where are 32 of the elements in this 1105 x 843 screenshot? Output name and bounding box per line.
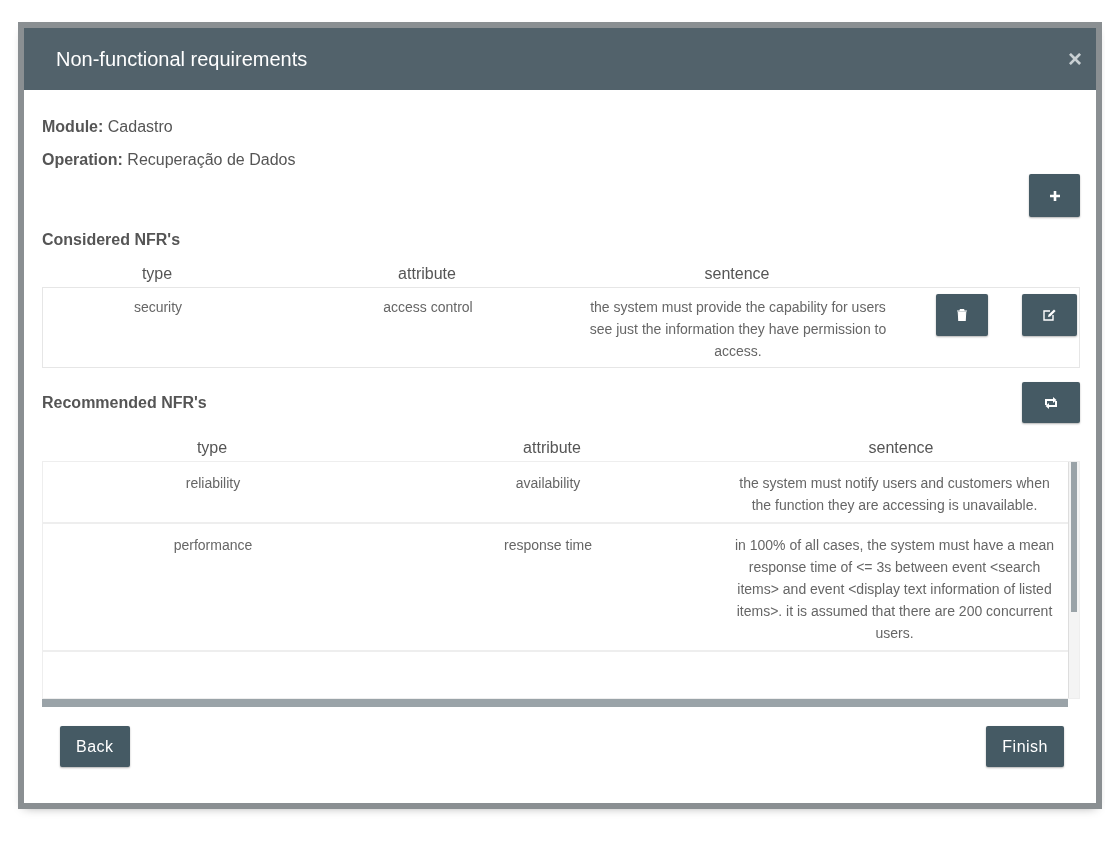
edit-icon xyxy=(1042,309,1056,321)
column-header: attribute xyxy=(522,439,582,457)
scrollbar[interactable] xyxy=(1068,462,1079,698)
edit-button[interactable] xyxy=(1021,294,1077,336)
table-cell-text: security xyxy=(132,298,184,317)
column-header: type xyxy=(140,265,174,283)
table-cell-text: access control xyxy=(382,298,474,317)
dialog-title: Non-functional requirements xyxy=(56,47,308,71)
table-cell-text: response time xyxy=(503,536,593,555)
finish-button[interactable]: Finish xyxy=(986,726,1064,767)
column-header: sentence xyxy=(703,265,771,283)
trash-icon xyxy=(956,309,967,321)
close-button[interactable]: × xyxy=(1068,45,1082,73)
table-cell-text: performance xyxy=(172,536,254,555)
table-cell-text: the system must notify users and customers when the function they are accessing is unavailable. xyxy=(738,474,1051,515)
plus-icon xyxy=(1048,189,1061,202)
column-header: type xyxy=(195,439,229,457)
delete-button[interactable] xyxy=(935,294,988,336)
scrollbar[interactable] xyxy=(42,699,1068,707)
refresh-icon xyxy=(1043,396,1059,409)
column-header: attribute xyxy=(397,265,457,283)
table-cell-text: reliability xyxy=(184,474,242,493)
section-heading: Considered NFR's xyxy=(42,231,182,249)
back-button[interactable]: Back xyxy=(60,726,130,767)
table-cell-text: availability xyxy=(514,474,582,493)
info-line: Module: Cadastro xyxy=(42,117,174,137)
refresh-button[interactable] xyxy=(1022,382,1080,423)
column-header: sentence xyxy=(867,439,935,457)
table-cell-text: in 100% of all cases, the system must have a mean response time of <= 3s between event <search items> and event <display text information of listed items>. it is assumed that there are 200 concurrent users. xyxy=(733,536,1055,643)
section-heading: Recommended NFR's xyxy=(42,394,207,412)
table-cell-text: the system must provide the capability for users see just the information they have permission to access. xyxy=(588,298,888,361)
info-line: Operation: Recuperação de Dados xyxy=(42,150,297,170)
